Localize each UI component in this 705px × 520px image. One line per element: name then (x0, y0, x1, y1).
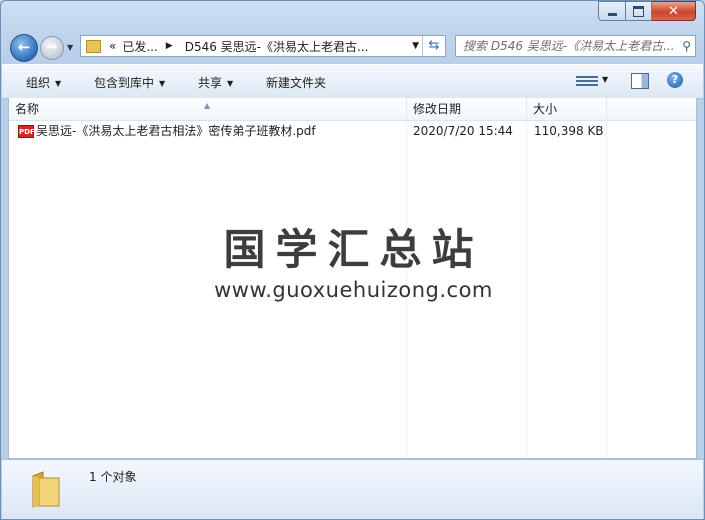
search-icon[interactable]: ⚲ (682, 36, 691, 56)
pdf-file-icon: PDF (18, 125, 35, 138)
address-overflow[interactable]: « (109, 39, 116, 53)
chevron-down-icon: ▼ (67, 43, 74, 52)
status-item-count: 1 个对象 (89, 470, 137, 484)
view-dropdown-icon[interactable]: ▼ (602, 75, 608, 84)
breadcrumb-parent[interactable]: 已发... (122, 38, 157, 55)
sort-ascending-icon: ▲ (204, 101, 211, 110)
column-date-label: 修改日期 (413, 102, 462, 116)
organize-button[interactable]: 组织 ▼ (26, 74, 61, 91)
forward-arrow-icon: → (46, 40, 58, 55)
breadcrumb-current[interactable]: D546 吴思远-《洪易太上老君古... (185, 38, 369, 55)
maximize-button[interactable] (626, 1, 652, 21)
refresh-icon[interactable]: ⇆ (422, 36, 445, 56)
column-size-label: 大小 (533, 102, 558, 116)
caption-buttons: ✕ (598, 1, 696, 21)
include-library-label: 包含到库中 (94, 76, 155, 90)
share-label: 共享 (198, 76, 223, 90)
column-header-date[interactable]: 修改日期 (407, 98, 527, 120)
address-dropdown-icon[interactable]: ▼ (412, 41, 419, 51)
search-input[interactable]: 搜索 D546 吴思远-《洪易太上老君古... ⚲ (455, 35, 696, 57)
column-header-row: 名称 ▲ 修改日期 大小 (9, 98, 696, 121)
minimize-button[interactable] (598, 1, 626, 21)
file-size: 110,398 KB (534, 124, 604, 138)
folder-icon (86, 39, 101, 53)
column-header-name[interactable]: 名称 ▲ (9, 98, 407, 120)
back-arrow-icon: ← (17, 38, 31, 56)
folder-icon (32, 471, 60, 508)
forward-button[interactable]: → (40, 36, 64, 60)
chevron-down-icon: ▼ (159, 79, 166, 88)
chevron-down-icon: ▼ (227, 79, 234, 88)
new-folder-button[interactable]: 新建文件夹 (266, 74, 326, 91)
history-dropdown[interactable]: ▼ (67, 43, 73, 52)
address-bar[interactable]: « 已发... ▶ D546 吴思远-《洪易太上老君古... ▼ ⇆ (80, 35, 446, 57)
details-pane: 1 个对象 (2, 459, 703, 519)
watermark-url: www.guoxuehuizong.com (214, 278, 493, 302)
include-in-library-button[interactable]: 包含到库中 ▼ (94, 74, 165, 91)
organize-label: 组织 (26, 76, 51, 90)
maximize-icon (633, 5, 644, 17)
column-name-label: 名称 (15, 102, 40, 116)
file-date: 2020/7/20 15:44 (413, 124, 513, 138)
back-button[interactable]: ← (10, 34, 38, 62)
close-button[interactable]: ✕ (652, 1, 696, 21)
file-row[interactable]: PDF 吴思远-《洪易太上老君古相法》密传弟子班教材.pdf 2020/7/20… (9, 121, 696, 141)
minimize-icon (607, 12, 617, 16)
column-header-size[interactable]: 大小 (527, 98, 607, 120)
preview-pane-icon[interactable] (631, 73, 649, 89)
share-button[interactable]: 共享 ▼ (198, 74, 233, 91)
file-name[interactable]: 吴思远-《洪易太上老君古相法》密传弟子班教材.pdf (36, 121, 316, 141)
search-placeholder: 搜索 D546 吴思远-《洪易太上老君古... (463, 39, 675, 53)
view-options-icon[interactable] (576, 74, 598, 88)
help-button[interactable]: ? (667, 72, 683, 88)
watermark-title: 国学汇总站 (223, 225, 484, 274)
new-folder-label: 新建文件夹 (266, 76, 327, 90)
breadcrumb-separator-icon[interactable]: ▶ (166, 41, 173, 51)
chevron-down-icon: ▼ (55, 79, 62, 88)
explorer-window: ✕ ← → ▼ « 已发... ▶ D546 吴思远-《洪易太上老君古... ▼… (0, 0, 705, 520)
command-bar: 组织 ▼ 包含到库中 ▼ 共享 ▼ 新建文件夹 ▼ ? (2, 64, 703, 99)
